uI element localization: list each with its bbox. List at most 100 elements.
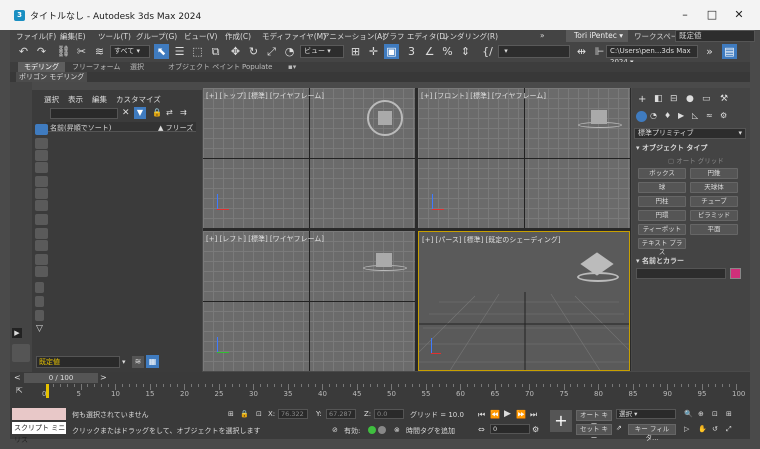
save-icon[interactable]: ▤ [722, 44, 737, 59]
plane-button[interactable]: 平面 [690, 224, 738, 235]
menu-view[interactable]: ビュー(V) [184, 31, 217, 42]
rotate-icon[interactable]: ↻ [246, 44, 261, 59]
hierarchy-tab-icon[interactable]: ⊟ [670, 94, 678, 104]
snap-toggle-icon[interactable]: 3 [404, 44, 419, 59]
filter-icon[interactable]: ▼ [134, 107, 146, 119]
add-time-tag[interactable]: 時間タグを追加 [406, 426, 455, 436]
torus-button[interactable]: 円環 [638, 210, 686, 221]
display-helpers-icon[interactable] [35, 188, 48, 199]
maxscript-mini-listener[interactable]: スクリプト ミニ リス [12, 422, 66, 444]
hierarchy-icon[interactable]: ⇄ [166, 108, 173, 117]
placement-icon[interactable]: ◔ [282, 44, 297, 59]
go-to-end-icon[interactable]: ⏭ [530, 410, 537, 420]
time-config-icon[interactable]: ⚙ [532, 425, 539, 434]
scene-search-input[interactable] [50, 108, 118, 119]
display-bones-icon[interactable] [35, 240, 48, 251]
auto-key-button[interactable]: オート キー [576, 410, 612, 428]
geosphere-button[interactable]: 天球体 [690, 182, 738, 193]
viewport-perspective-label[interactable]: [+] [パース] [標準] [既定のシェーディング] [422, 235, 561, 245]
menu-modifiers[interactable]: モディファイヤ(M) [262, 31, 326, 42]
display-objects-icon[interactable] [35, 124, 48, 135]
display-spacewarps-icon[interactable] [35, 200, 48, 211]
select-manipulate-icon[interactable]: ✛ [366, 44, 381, 59]
display-shapes-icon[interactable] [35, 150, 48, 161]
align-icon[interactable]: ⊩ [592, 44, 607, 59]
viewport-top[interactable]: [+] [トップ] [標準] [ワイヤフレーム] [203, 88, 415, 228]
key-mode-icon[interactable]: ⇔ [478, 425, 485, 434]
shapes-category-icon[interactable]: ◔ [650, 111, 657, 120]
display-geometry-icon[interactable] [35, 138, 48, 149]
zoom-extents-icon[interactable]: ⊡ [712, 410, 718, 418]
modify-tab-icon[interactable]: ◧ [654, 94, 663, 104]
ribbon-tab-selection[interactable]: 選択 [124, 62, 150, 72]
display-xrefs-icon[interactable] [35, 228, 48, 239]
maximize-button[interactable]: □ [697, 6, 727, 24]
y-coordinate-field[interactable]: 67.287 [326, 409, 356, 419]
column-freeze[interactable]: ▲ フリーズ [158, 123, 193, 133]
redo-icon[interactable]: ↷ [34, 44, 49, 59]
scale-icon[interactable]: ⤢ [264, 44, 279, 59]
key-filters-button[interactable]: キー フィルタ... [628, 424, 676, 442]
field-of-view-icon[interactable]: ▷ [684, 425, 689, 433]
display-groups-icon[interactable] [35, 214, 48, 225]
ribbon-tab-populate[interactable]: Populate [236, 62, 278, 72]
autogrid-checkbox[interactable]: ▢ オート グリッド [668, 155, 724, 165]
sphere-button[interactable]: 球 [638, 182, 686, 193]
time-prev-icon[interactable]: < [14, 373, 21, 382]
ribbon-tab-object-paint[interactable]: オブジェクト ペイント [162, 62, 246, 72]
menu-graph-editors[interactable]: グラフ エディタ(D) [382, 31, 448, 42]
zoom-icon[interactable]: 🔍 [684, 410, 693, 418]
scene-menu-select[interactable]: 選択 [44, 94, 59, 105]
selection-set-dropdown[interactable]: 選択 ▾ [616, 409, 676, 419]
move-icon[interactable]: ✥ [228, 44, 243, 59]
menu-edit[interactable]: 編集(E) [60, 31, 86, 42]
adaptive-degradation-icon[interactable]: ⊘ [332, 426, 338, 434]
select-by-name-icon[interactable]: ☰ [172, 44, 187, 59]
create-tab-icon[interactable]: + [638, 94, 646, 105]
object-name-input[interactable] [636, 268, 726, 279]
orbit-icon[interactable]: ↺ [712, 425, 718, 433]
percent-snap-icon[interactable]: % [440, 44, 455, 59]
clear-search-icon[interactable]: ✕ [122, 108, 130, 118]
project-path-dropdown[interactable]: C:\Users\pen...3ds Max 2024 ▾ [606, 45, 698, 66]
z-coordinate-field[interactable]: 0.0 [374, 409, 404, 419]
lights-category-icon[interactable]: ♦ [664, 111, 671, 120]
time-slider[interactable]: < 0 / 100 > [10, 372, 750, 384]
select-object-icon[interactable]: ⬉ [154, 44, 169, 59]
funnel-icon[interactable]: ▽ [36, 324, 43, 334]
selection-lock-icon[interactable]: 🔒 [240, 410, 249, 418]
menu-group[interactable]: グループ(G) [136, 31, 177, 42]
window-crossing-icon[interactable]: ⧉ [208, 44, 223, 59]
default-in-out-icon[interactable]: ⇗ [616, 424, 622, 432]
scene-menu-edit[interactable]: 編集 [92, 94, 107, 105]
viewcube-top-face[interactable] [378, 111, 392, 125]
display-cameras-icon[interactable] [35, 176, 48, 187]
maxscript-listener-input[interactable] [12, 408, 66, 420]
toolbar-overflow-icon[interactable]: » [702, 44, 717, 59]
viewport-top-label[interactable]: [+] [トップ] [標準] [ワイヤフレーム] [206, 91, 324, 101]
menu-tools[interactable]: ツール(T) [98, 31, 131, 42]
ribbon-options-icon[interactable]: ▪▾ [282, 62, 302, 72]
user-account[interactable]: Tori iPentec ▾ [566, 30, 628, 42]
spinner-snap-icon[interactable]: ⇕ [458, 44, 473, 59]
menu-file[interactable]: ファイル(F) [16, 31, 56, 42]
workspace-dropdown[interactable]: 既定値 [675, 30, 755, 42]
scene-explorer-icon[interactable]: ▦ [146, 355, 159, 368]
selection-filter-dropdown[interactable]: すべて ▾ [110, 45, 150, 58]
menu-create[interactable]: 作成(C) [225, 31, 251, 42]
keyboard-shortcut-icon[interactable]: ▣ [384, 44, 399, 59]
go-to-start-icon[interactable]: ⏮ [478, 410, 485, 420]
pan-icon[interactable]: ✋ [698, 425, 707, 433]
timeline-ticks[interactable]: 0 5 10 15 20 25 30 35 40 45 50 55 60 65 70 75 80 85 90 95 10… [42, 384, 746, 406]
geometry-category-icon[interactable] [636, 111, 647, 122]
teapot-button[interactable]: ティーポット [638, 224, 686, 235]
unlink-icon[interactable]: ✂ [74, 44, 89, 59]
lock-icon[interactable]: 🔒 [152, 108, 162, 117]
display-tab-icon[interactable]: ▭ [702, 94, 711, 104]
object-type-rollout[interactable]: ▾ オブジェクト タイプ [636, 143, 707, 153]
link-icon[interactable]: ⛓ [56, 44, 71, 59]
maximize-viewport-icon[interactable]: ⤢ [726, 425, 732, 434]
scene-menu-customize[interactable]: カスタマイズ [116, 94, 161, 105]
layer-stack-icon[interactable]: ≋ [132, 356, 144, 368]
column-name[interactable]: 名前(昇順でソート) [50, 123, 111, 133]
